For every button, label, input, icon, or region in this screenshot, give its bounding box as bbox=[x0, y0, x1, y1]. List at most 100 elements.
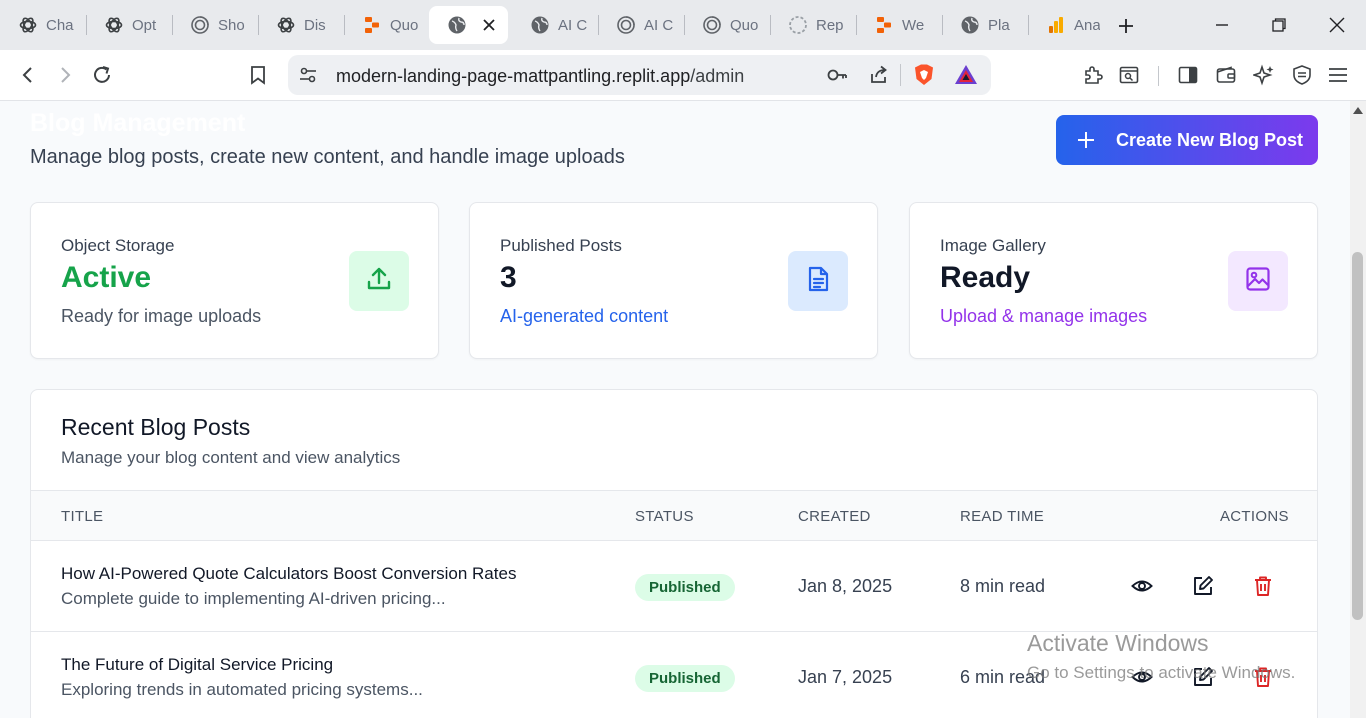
reader-mode-icon[interactable] bbox=[1115, 61, 1143, 89]
section-subtitle: Manage your blog content and view analyt… bbox=[61, 448, 401, 467]
browser-tab-bar: Cha Opt Sho Dis Quo AI C AI C Quo Rep We… bbox=[0, 0, 1366, 50]
stat-value: 3 bbox=[500, 261, 517, 294]
scroll-up-arrow-icon[interactable] bbox=[1353, 107, 1363, 114]
page-scrollbar[interactable] bbox=[1350, 101, 1366, 718]
watermark-subtitle: Go to Settings to activate Windows. bbox=[1027, 663, 1296, 682]
column-header-actions: ACTIONS bbox=[1220, 508, 1289, 525]
minimize-button[interactable] bbox=[1207, 10, 1237, 40]
password-key-icon[interactable] bbox=[826, 64, 848, 86]
stat-value: Ready bbox=[940, 261, 1031, 294]
browser-tab[interactable]: AI C bbox=[598, 6, 684, 44]
stat-note: AI-generated content bbox=[500, 306, 669, 326]
post-title: The Future of Digital Service Pricing bbox=[61, 655, 334, 674]
stat-label: Object Storage bbox=[61, 236, 175, 255]
restore-button[interactable] bbox=[1264, 10, 1294, 40]
back-button[interactable] bbox=[14, 61, 42, 89]
bookmark-icon[interactable] bbox=[244, 61, 272, 89]
section-title: Recent Blog Posts bbox=[61, 414, 251, 440]
brave-shields-icon[interactable] bbox=[912, 63, 936, 87]
watermark-title: Activate Windows bbox=[1027, 630, 1209, 656]
extensions-icon[interactable] bbox=[1079, 61, 1107, 89]
stat-note: Upload & manage images bbox=[940, 306, 1148, 326]
page-title: Blog Management bbox=[30, 109, 246, 137]
admin-page: Blog Management Manage blog posts, creat… bbox=[0, 101, 1350, 718]
stat-icon-box bbox=[1228, 251, 1288, 311]
brave-rewards-icon[interactable] bbox=[954, 63, 978, 87]
tab-label: AI C bbox=[644, 16, 674, 34]
status-badge: Published bbox=[635, 574, 735, 601]
spiral-icon bbox=[190, 15, 210, 35]
spiral-icon bbox=[702, 15, 722, 35]
browser-tab[interactable]: Pla bbox=[942, 6, 1028, 44]
forward-button[interactable] bbox=[51, 61, 79, 89]
browser-tab[interactable]: AI C bbox=[512, 6, 598, 44]
stat-note: Ready for image uploads bbox=[61, 306, 262, 326]
share-icon[interactable] bbox=[868, 64, 890, 86]
tab-label: Quo bbox=[390, 16, 419, 34]
tab-label: Sho bbox=[218, 16, 245, 34]
edit-post-icon[interactable] bbox=[1191, 574, 1215, 598]
url-text: modern-landing-page-mattpantling.replit.… bbox=[336, 66, 744, 87]
address-bar[interactable]: modern-landing-page-mattpantling.replit.… bbox=[288, 55, 991, 95]
chatgpt-icon bbox=[104, 15, 124, 35]
browser-tab[interactable]: Rep bbox=[770, 6, 856, 44]
wallet-icon[interactable] bbox=[1212, 61, 1240, 89]
stat-card-published-posts: Published Posts 3 AI-generated content bbox=[469, 202, 878, 359]
stat-card-object-storage: Object Storage Active Ready for image up… bbox=[30, 202, 439, 359]
close-window-button[interactable] bbox=[1322, 10, 1352, 40]
column-header-created: CREATED bbox=[798, 508, 871, 525]
replit-icon bbox=[874, 15, 894, 35]
page-subtitle: Manage blog posts, create new content, a… bbox=[30, 146, 625, 168]
toolbar-divider bbox=[1158, 66, 1159, 86]
tab-label: Opt bbox=[132, 16, 157, 34]
loading-icon bbox=[788, 15, 808, 35]
scrollbar-thumb[interactable] bbox=[1352, 252, 1363, 620]
reload-button[interactable] bbox=[88, 61, 116, 89]
stat-icon-box bbox=[788, 251, 848, 311]
stat-value: Active bbox=[61, 261, 152, 294]
site-settings-icon[interactable] bbox=[298, 65, 318, 85]
column-header-read-time: READ TIME bbox=[960, 508, 1045, 525]
browser-tab[interactable]: Sho bbox=[172, 6, 258, 44]
stat-label: Published Posts bbox=[500, 236, 622, 255]
browser-tab[interactable]: Ana bbox=[1028, 6, 1100, 44]
table-header: TITLE STATUS CREATED READ TIME ACTIONS bbox=[31, 490, 1317, 541]
globe-icon bbox=[530, 15, 550, 35]
tab-label: Rep bbox=[816, 16, 844, 34]
tab-label: We bbox=[902, 16, 925, 34]
post-created-date: Jan 7, 2025 bbox=[798, 667, 893, 687]
browser-tab[interactable]: Quo bbox=[684, 6, 770, 44]
new-tab-button[interactable] bbox=[1113, 13, 1139, 39]
column-header-status: STATUS bbox=[635, 508, 694, 525]
create-blog-post-button[interactable]: Create New Blog Post bbox=[1056, 115, 1318, 165]
browser-toolbar: modern-landing-page-mattpantling.replit.… bbox=[0, 50, 1366, 101]
table-row: How AI-Powered Quote Calculators Boost C… bbox=[31, 541, 1317, 632]
post-read-time: 8 min read bbox=[960, 576, 1046, 596]
browser-tab[interactable]: Cha bbox=[0, 6, 86, 44]
browser-tab[interactable]: Opt bbox=[86, 6, 172, 44]
column-header-title: TITLE bbox=[61, 508, 104, 525]
post-title: How AI-Powered Quote Calculators Boost C… bbox=[61, 564, 517, 583]
plus-icon bbox=[1056, 131, 1116, 149]
upload-icon bbox=[365, 265, 393, 298]
view-post-icon[interactable] bbox=[1130, 574, 1154, 598]
delete-post-icon[interactable] bbox=[1251, 574, 1275, 598]
vpn-shield-icon[interactable] bbox=[1288, 61, 1316, 89]
browser-tab[interactable]: Quo bbox=[344, 6, 430, 44]
chatgpt-icon bbox=[276, 15, 296, 35]
globe-icon bbox=[447, 15, 467, 35]
stat-label: Image Gallery bbox=[940, 236, 1046, 255]
tab-label: Ana bbox=[1074, 16, 1100, 34]
spiral-icon bbox=[616, 15, 636, 35]
leo-ai-icon[interactable] bbox=[1250, 61, 1278, 89]
browser-tab[interactable]: We bbox=[856, 6, 942, 44]
omnibox-divider bbox=[900, 64, 901, 86]
chatgpt-icon bbox=[18, 15, 38, 35]
activate-windows-watermark: Activate Windows Go to Settings to activ… bbox=[1027, 630, 1295, 683]
close-tab-icon[interactable] bbox=[478, 14, 500, 36]
document-icon bbox=[804, 265, 832, 298]
browser-tab[interactable]: Dis bbox=[258, 6, 344, 44]
menu-icon[interactable] bbox=[1324, 61, 1352, 89]
sidebar-toggle-icon[interactable] bbox=[1174, 61, 1202, 89]
post-excerpt: Complete guide to implementing AI-driven… bbox=[61, 589, 446, 608]
